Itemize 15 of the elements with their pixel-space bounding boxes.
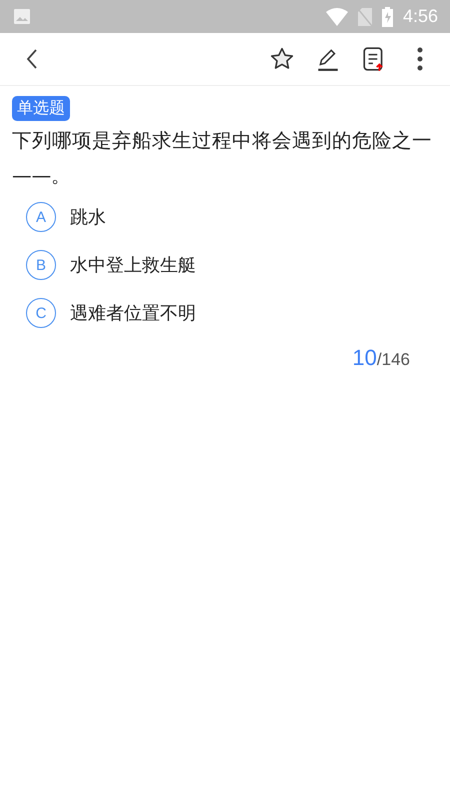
clock-time: 4:56 — [402, 6, 438, 27]
more-icon — [416, 46, 424, 72]
no-sim-icon — [358, 8, 372, 26]
back-icon — [25, 48, 39, 70]
wifi-icon — [326, 8, 348, 26]
option-text[interactable]: 跳水 — [70, 205, 106, 229]
current-number: 10 — [352, 345, 377, 371]
image-icon — [14, 9, 30, 24]
option-text[interactable]: 水中登上救生艇 — [70, 253, 196, 277]
total-count: /146 — [376, 350, 410, 370]
option-text[interactable]: 遇难者位置不明 — [70, 301, 196, 325]
battery-charging-icon — [382, 6, 393, 26]
question-text: 下列哪项是弃船求生过程中将会遇到的危险之一——。 — [12, 128, 433, 189]
question-type-tag: 单选题 — [12, 96, 70, 121]
star-icon — [269, 46, 295, 72]
